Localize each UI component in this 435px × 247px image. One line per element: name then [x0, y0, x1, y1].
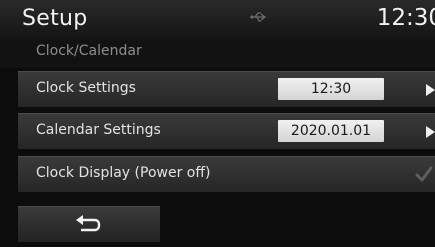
- checkmark-icon[interactable]: [415, 165, 433, 183]
- back-button[interactable]: [18, 206, 160, 242]
- arrow-right-icon: [426, 84, 435, 96]
- breadcrumb: Clock/Calendar: [0, 38, 435, 68]
- calendar-settings-label: Calendar Settings: [36, 122, 161, 138]
- back-arrow-icon: [76, 215, 101, 232]
- usb-icon: [250, 12, 266, 22]
- clock-settings-value: 12:30: [278, 78, 384, 100]
- status-bar: Setup 12:30: [0, 0, 435, 38]
- clock-time: 12:30: [376, 5, 435, 31]
- clock-display-label: Clock Display (Power off): [36, 165, 211, 181]
- calendar-settings-item[interactable]: Calendar Settings 2020.01.01: [18, 113, 435, 149]
- clock-display-power-off-item[interactable]: Clock Display (Power off): [18, 156, 435, 192]
- clock-settings-item[interactable]: Clock Settings 12:30: [18, 71, 435, 107]
- calendar-settings-value: 2020.01.01: [278, 120, 384, 142]
- arrow-right-icon: [426, 126, 435, 138]
- page-title: Setup: [22, 6, 88, 31]
- clock-settings-label: Clock Settings: [36, 80, 136, 96]
- section-title: Clock/Calendar: [36, 43, 142, 59]
